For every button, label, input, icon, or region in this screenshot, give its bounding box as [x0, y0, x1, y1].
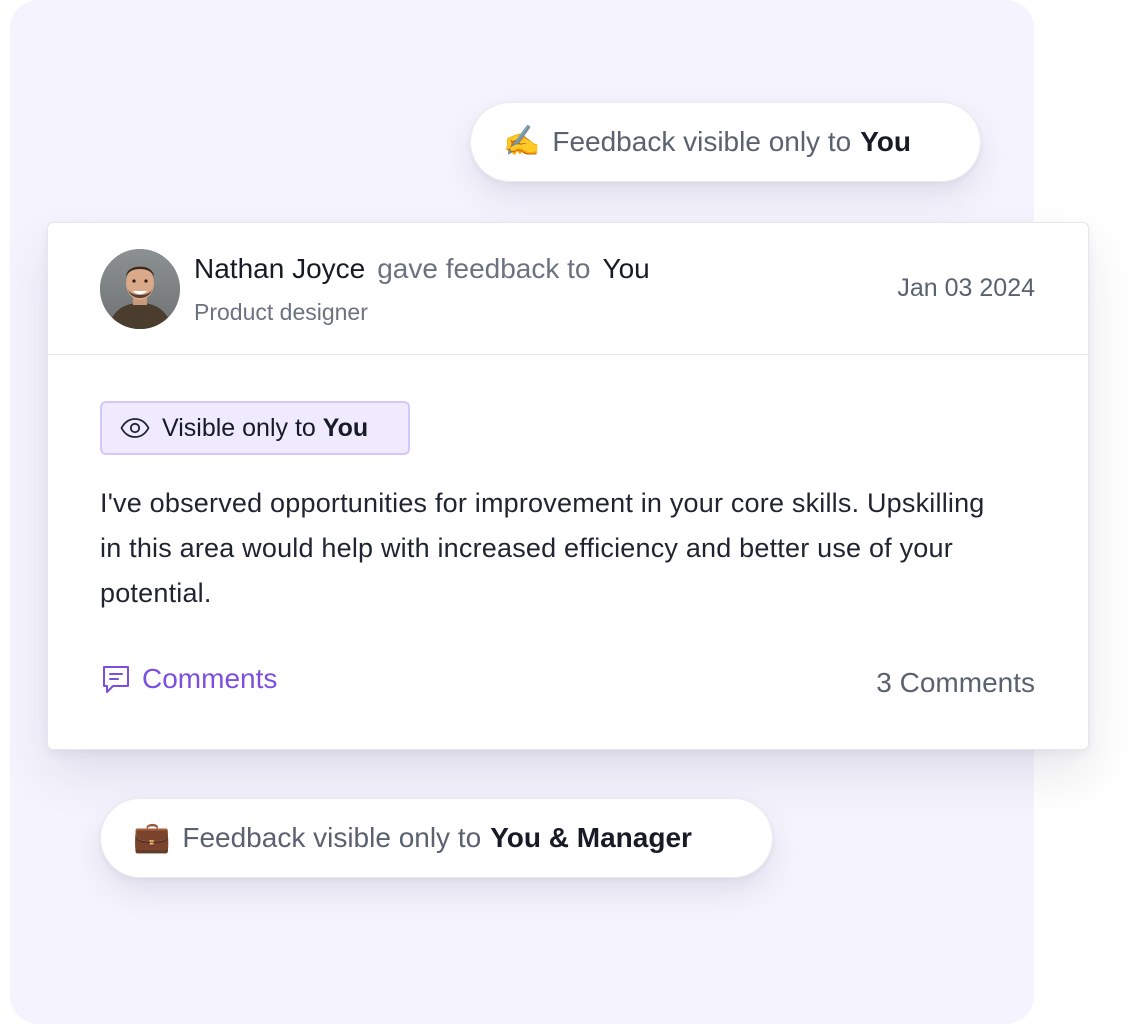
feedback-card-header: Nathan Joyce gave feedback to You Produc…	[48, 223, 1088, 355]
visibility-pill-you: ✍️ Feedback visible only to You	[470, 102, 981, 182]
briefcase-icon: 💼	[133, 821, 171, 854]
pill-prefix: Feedback visible only to	[182, 822, 482, 853]
visibility-pill-you-and-manager: 💼 Feedback visible only to You & Manager	[100, 798, 773, 878]
author-action: gave feedback to	[377, 253, 591, 284]
pill-prefix: Feedback visible only to	[552, 126, 852, 157]
visibility-badge: Visible only to You	[100, 401, 410, 455]
author-line: Nathan Joyce gave feedback to You	[194, 253, 650, 285]
visibility-audience: You	[322, 413, 369, 442]
feedback-visibility-illustration: ✍️ Feedback visible only to You Nathan J…	[0, 0, 1134, 1025]
feedback-date: Jan 03 2024	[897, 274, 1035, 302]
comments-label: Comments	[142, 663, 278, 694]
eye-icon	[120, 418, 150, 438]
author-name[interactable]: Nathan Joyce	[194, 253, 365, 285]
pill-audience: You & Manager	[490, 822, 692, 853]
writing-hand-icon: ✍️	[503, 125, 541, 158]
feedback-target: You	[602, 253, 650, 284]
author-role: Product designer	[194, 299, 368, 325]
avatar-photo	[100, 249, 180, 329]
comment-icon	[103, 666, 129, 693]
comment-count[interactable]: 3 Comments	[876, 667, 1035, 699]
pill-audience: You	[860, 126, 911, 157]
feedback-card: Nathan Joyce gave feedback to You Produc…	[47, 222, 1089, 750]
visibility-prefix: Visible only to	[162, 413, 316, 442]
feedback-message: I've observed opportunities for improvem…	[100, 488, 985, 608]
avatar	[100, 249, 180, 329]
comments-button[interactable]: Comments	[100, 663, 277, 695]
